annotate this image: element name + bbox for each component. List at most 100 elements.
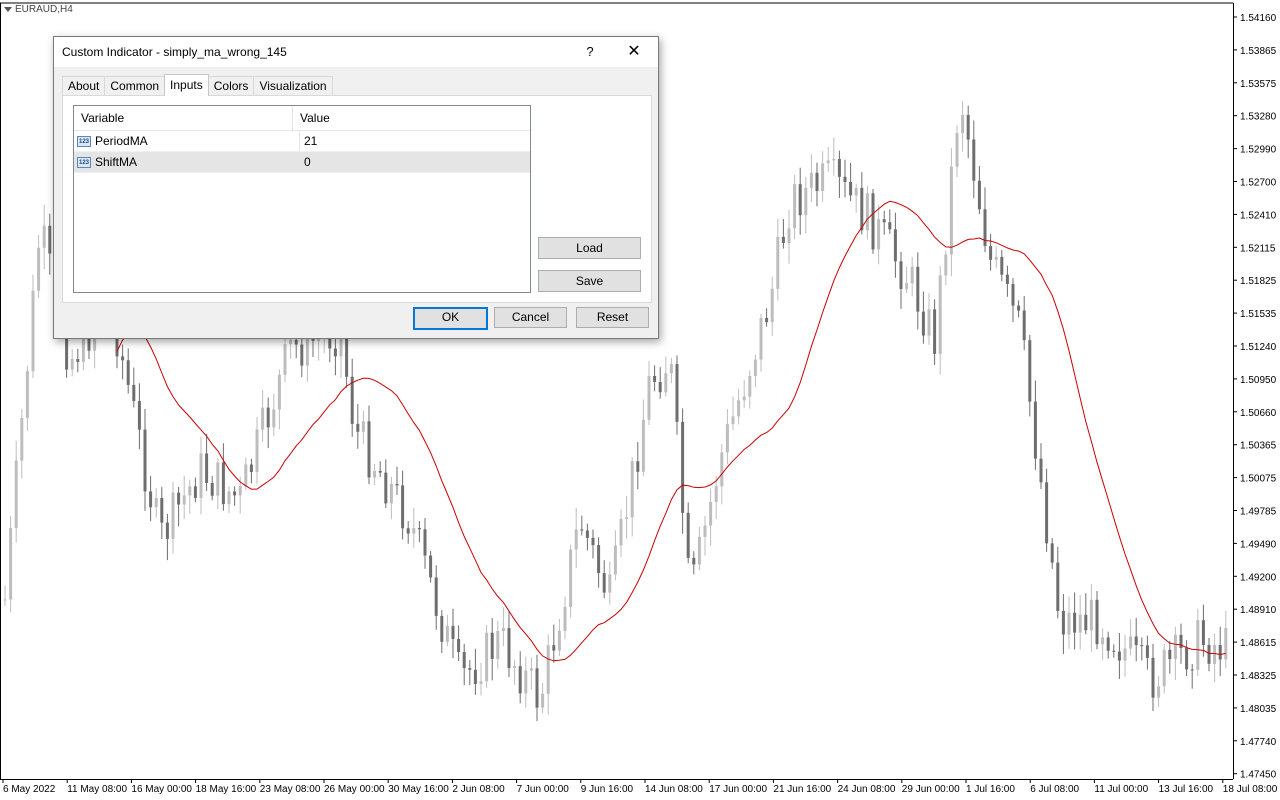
candle-body <box>1224 627 1228 660</box>
candle-body <box>333 348 337 357</box>
candle-body <box>742 396 746 401</box>
table-header: Variable Value <box>74 106 530 131</box>
time-label: 18 Jul 08:00 <box>1223 784 1278 795</box>
tab-visualization[interactable]: Visualization <box>253 76 333 95</box>
candle-body <box>557 630 561 651</box>
table-row[interactable]: 123 PeriodMA 21 <box>74 131 530 152</box>
candle-body <box>462 651 466 669</box>
save-button[interactable]: Save <box>538 270 641 292</box>
tab-common[interactable]: Common <box>104 76 166 95</box>
value-cell[interactable]: 21 <box>300 134 317 148</box>
reset-button[interactable]: Reset <box>576 307 649 328</box>
column-header-variable[interactable]: Variable <box>74 106 293 130</box>
candle-body <box>37 247 41 291</box>
candle-body <box>1162 649 1166 687</box>
tab-colors[interactable]: Colors <box>207 76 255 95</box>
candle-body <box>233 491 237 496</box>
candle-body <box>669 364 673 374</box>
candle-body <box>221 462 225 505</box>
column-header-value[interactable]: Value <box>293 106 330 130</box>
candle-body <box>261 407 265 430</box>
candle-body <box>154 497 158 508</box>
candle-body <box>860 187 864 231</box>
candle-body <box>249 464 253 473</box>
candle-body <box>1078 614 1082 633</box>
candle-body <box>1129 636 1133 649</box>
candle-body <box>1207 645 1211 664</box>
candle-body <box>160 497 164 523</box>
dialog-titlebar[interactable]: Custom Indicator - simply_ma_wrong_145 ?… <box>54 37 658 67</box>
candle-body <box>205 453 209 483</box>
candle-body <box>871 193 875 250</box>
candle-body <box>1218 645 1222 660</box>
candle-body <box>468 668 472 670</box>
price-label: 1.49200 <box>1240 572 1277 583</box>
price-label: 1.51825 <box>1240 276 1277 287</box>
time-label: 11 Jul 00:00 <box>1094 784 1148 795</box>
time-label: 17 Jun 00:00 <box>709 784 767 795</box>
candle-body <box>373 470 377 478</box>
time-label: 14 Jun 08:00 <box>645 784 703 795</box>
candle-body <box>395 484 399 486</box>
variable-name: PeriodMA <box>95 134 148 148</box>
help-button[interactable]: ? <box>578 41 602 63</box>
candle-body <box>14 460 18 528</box>
candle-body <box>563 606 567 631</box>
candle-body <box>485 632 489 682</box>
price-label: 1.53865 <box>1240 46 1277 57</box>
table-row[interactable]: 123 ShiftMA 0 <box>74 152 530 173</box>
candle-body <box>1011 283 1015 306</box>
candle-body <box>283 344 287 375</box>
price-label: 1.54160 <box>1240 13 1277 24</box>
candle-body <box>798 184 802 216</box>
tab-inputs[interactable]: Inputs <box>164 74 209 96</box>
candle-body <box>177 492 181 505</box>
value-cell[interactable]: 0 <box>300 155 311 169</box>
load-button[interactable]: Load <box>538 237 641 259</box>
candle-body <box>384 472 388 504</box>
inputs-table[interactable]: Variable Value 123 PeriodMA 21 123 Shift… <box>73 105 531 293</box>
candle-body <box>944 254 948 276</box>
candle-body <box>647 375 651 420</box>
candle-body <box>529 668 533 671</box>
close-button[interactable]: ✕ <box>622 41 646 63</box>
candle-body <box>434 577 438 616</box>
candle-body <box>513 666 517 669</box>
candle-body <box>1067 612 1071 635</box>
candle-body <box>1073 612 1077 633</box>
candle-body <box>580 529 584 531</box>
candle-body <box>48 225 52 254</box>
time-label: 18 May 16:00 <box>196 784 257 795</box>
candle-body <box>877 219 881 250</box>
candle-body <box>255 429 259 473</box>
price-label: 1.51535 <box>1240 309 1277 320</box>
candle-body <box>613 545 617 575</box>
candle-body <box>815 172 819 192</box>
tab-about[interactable]: About <box>62 76 106 95</box>
candle-body <box>132 384 136 402</box>
candle-body <box>1028 340 1032 402</box>
time-label: 23 May 08:00 <box>260 784 321 795</box>
candle-body <box>541 693 545 708</box>
cancel-button[interactable]: Cancel <box>494 307 567 328</box>
ok-button[interactable]: OK <box>413 307 488 330</box>
candle-body <box>31 290 35 372</box>
candle-body <box>681 421 685 513</box>
candle-body <box>216 462 220 496</box>
time-label: 9 Jun 16:00 <box>581 784 634 795</box>
symbol-label[interactable]: EURAUD,H4 <box>4 4 73 15</box>
candle-body <box>787 228 791 244</box>
custom-indicator-dialog: Custom Indicator - simply_ma_wrong_145 ?… <box>53 36 659 339</box>
price-label: 1.48615 <box>1240 638 1277 649</box>
candle-body <box>709 501 713 526</box>
price-label: 1.51240 <box>1240 342 1277 353</box>
candle-body <box>770 288 774 323</box>
candle-body <box>76 359 80 362</box>
candle-body <box>1050 543 1054 563</box>
candle-body <box>423 529 427 556</box>
candle-body <box>238 485 242 496</box>
candle-body <box>585 530 589 538</box>
candle-body <box>1134 636 1138 646</box>
candle-body <box>210 482 214 496</box>
candle-body <box>658 381 662 393</box>
